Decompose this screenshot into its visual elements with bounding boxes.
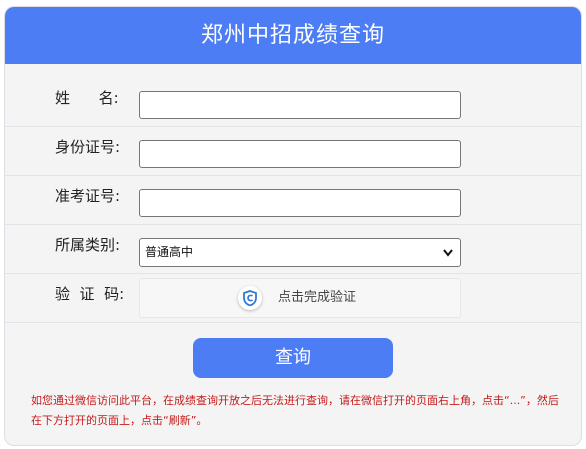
- category-row: 所属类别: 普通高中: [5, 225, 581, 274]
- captcha-row: 验 证 码: 点击完成验证: [5, 274, 581, 323]
- query-card: 郑州中招成绩查询 姓 名: 身份证号: 准考证号: 所属类别: 普通高中 验 证…: [4, 6, 582, 446]
- captcha-label: 验 证 码:: [55, 285, 125, 303]
- page-title: 郑州中招成绩查询: [5, 7, 581, 64]
- category-select[interactable]: 普通高中: [139, 238, 461, 267]
- name-input[interactable]: [139, 91, 461, 119]
- exam-number-input[interactable]: [139, 189, 461, 217]
- category-label: 所属类别:: [55, 236, 121, 254]
- exam-row: 准考证号:: [5, 176, 581, 225]
- id-number-input[interactable]: [139, 140, 461, 168]
- id-row: 身份证号:: [5, 127, 581, 176]
- id-number-label: 身份证号:: [55, 138, 121, 156]
- chevron-down-icon: [442, 239, 454, 276]
- exam-number-label: 准考证号:: [55, 187, 121, 205]
- name-row: 姓 名:: [5, 78, 581, 127]
- captcha-text: 点击完成验证: [278, 290, 357, 305]
- captcha-button[interactable]: 点击完成验证: [139, 278, 461, 318]
- shield-icon: [238, 286, 262, 310]
- query-button[interactable]: 查询: [193, 338, 393, 378]
- name-label: 姓 名:: [55, 89, 119, 107]
- category-select-value: 普通高中: [145, 245, 194, 259]
- wechat-notice: 如您通过微信访问此平台，在成绩查询开放之后无法进行查询，请在微信打开的页面右上角…: [31, 394, 559, 427]
